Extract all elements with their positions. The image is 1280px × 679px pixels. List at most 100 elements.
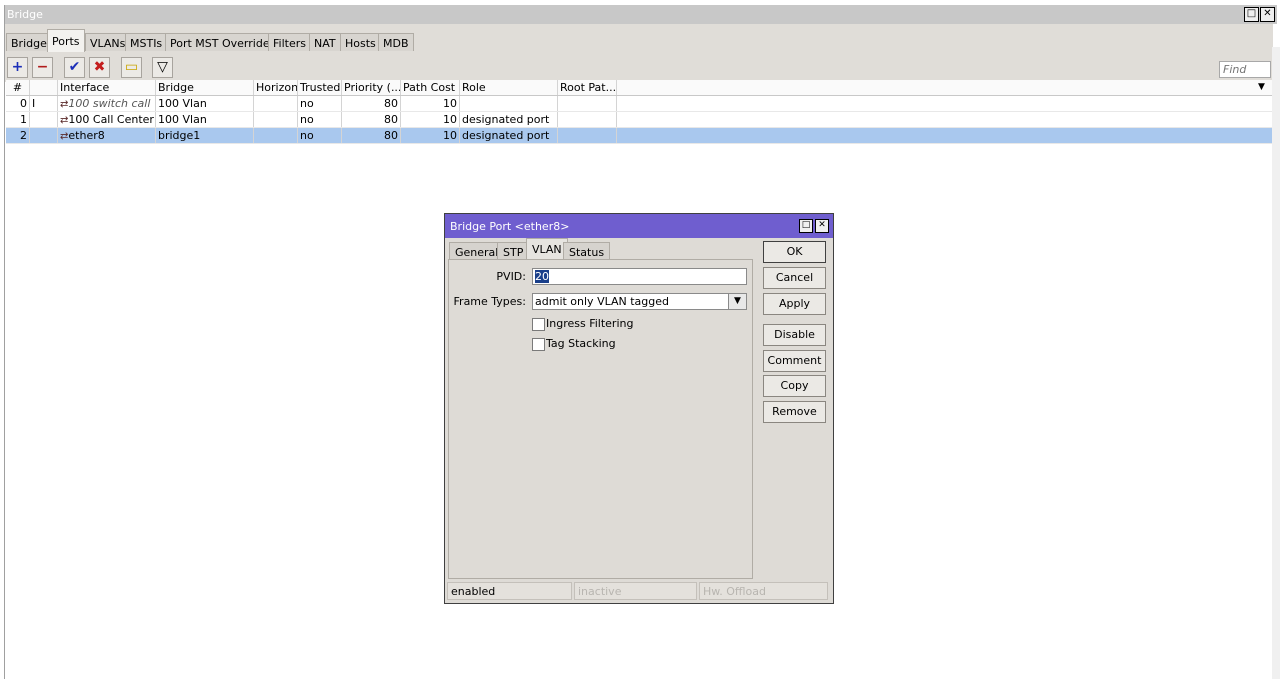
pvid-value: 20 xyxy=(535,270,549,283)
window-titlebar[interactable]: Bridge □ ✕ xyxy=(5,5,1277,24)
status-enabled: enabled xyxy=(447,582,572,600)
row-interface: ⇄100 Call Center xyxy=(58,112,156,127)
disable-button[interactable]: ✖ xyxy=(89,57,110,78)
status-inactive: inactive xyxy=(574,582,697,600)
dialog-maximize-icon[interactable]: □ xyxy=(799,219,813,233)
row-horizon xyxy=(254,128,298,143)
row-flag xyxy=(30,128,58,143)
row-horizon xyxy=(254,112,298,127)
tag-stacking-checkbox[interactable] xyxy=(532,338,545,351)
col-role[interactable]: Role xyxy=(460,80,558,95)
row-role: designated port xyxy=(460,128,558,143)
row-root-path xyxy=(558,96,617,111)
row-trusted: no xyxy=(298,96,342,111)
tag-stacking-label: Tag Stacking xyxy=(546,337,616,350)
window-title: Bridge xyxy=(7,8,43,21)
frame-types-select[interactable]: admit only VLAN tagged ▼ xyxy=(532,293,747,310)
col-root-path[interactable]: Root Pat... xyxy=(558,80,617,95)
row-priority: 80 xyxy=(342,128,401,143)
col-horizon[interactable]: Horizon xyxy=(254,80,298,95)
columns-dropdown-icon[interactable]: ▼ xyxy=(1258,82,1265,92)
table-row[interactable]: 0 I ⇄100 switch call 100 Vlan no 80 10 xyxy=(6,96,1273,112)
pvid-label: PVID: xyxy=(496,270,526,283)
row-path-cost: 10 xyxy=(401,96,460,111)
bridge-port-dialog: Bridge Port <ether8> □ ✕ General STP VLA… xyxy=(444,213,834,604)
col-path-cost[interactable]: Path Cost xyxy=(401,80,460,95)
row-priority: 80 xyxy=(342,96,401,111)
apply-button[interactable]: Apply xyxy=(763,293,826,315)
row-flag xyxy=(30,112,58,127)
row-root-path xyxy=(558,112,617,127)
ingress-filtering-checkbox[interactable] xyxy=(532,318,545,331)
tab-mdb[interactable]: MDB xyxy=(378,33,414,51)
table-header: # Interface Bridge Horizon Trusted Prior… xyxy=(6,80,1273,96)
row-interface: ⇄ether8 xyxy=(58,128,156,143)
comment-button[interactable]: ▭ xyxy=(121,57,142,78)
row-path-cost: 10 xyxy=(401,112,460,127)
dialog-titlebar[interactable]: Bridge Port <ether8> □ ✕ xyxy=(445,214,833,238)
row-interface-name: 100 Call Center xyxy=(68,113,154,126)
tab-port-mst-overrides[interactable]: Port MST Overrides xyxy=(165,33,281,51)
vertical-scrollbar[interactable] xyxy=(1272,47,1280,679)
disable-button[interactable]: Disable xyxy=(763,324,826,346)
row-trusted: no xyxy=(298,128,342,143)
tab-hosts[interactable]: Hosts xyxy=(340,33,381,51)
row-interface-name: 100 switch call xyxy=(68,97,151,110)
add-button[interactable]: + xyxy=(7,57,28,78)
find-input[interactable] xyxy=(1219,61,1271,78)
table-row-selected[interactable]: 2 ⇄ether8 bridge1 no 80 10 designated po… xyxy=(6,128,1273,144)
cancel-button[interactable]: Cancel xyxy=(763,267,826,289)
row-num: 0 xyxy=(6,96,30,111)
table-row[interactable]: 1 ⇄100 Call Center 100 Vlan no 80 10 des… xyxy=(6,112,1273,128)
row-bridge: 100 Vlan xyxy=(156,112,254,127)
row-horizon xyxy=(254,96,298,111)
tab-ports[interactable]: Ports xyxy=(47,29,85,52)
close-icon[interactable]: ✕ xyxy=(1260,7,1275,22)
dialog-close-icon[interactable]: ✕ xyxy=(815,219,829,233)
dialog-tab-status[interactable]: Status xyxy=(563,242,611,260)
maximize-icon[interactable]: □ xyxy=(1244,7,1259,22)
ports-table: # Interface Bridge Horizon Trusted Prior… xyxy=(6,80,1273,144)
row-interface-name: ether8 xyxy=(68,129,105,142)
dialog-tab-stp[interactable]: STP xyxy=(497,242,530,260)
row-flag: I xyxy=(30,96,58,111)
tab-filters[interactable]: Filters xyxy=(268,33,311,51)
row-priority: 80 xyxy=(342,112,401,127)
row-role xyxy=(460,96,558,111)
row-bridge: bridge1 xyxy=(156,128,254,143)
ingress-filtering-label: Ingress Filtering xyxy=(546,317,634,330)
frame-types-label: Frame Types: xyxy=(453,295,526,308)
col-bridge[interactable]: Bridge xyxy=(156,80,254,95)
tab-vlans[interactable]: VLANs xyxy=(85,33,131,51)
pvid-input[interactable]: 20 xyxy=(532,268,747,285)
remove-button[interactable]: Remove xyxy=(763,401,826,423)
comment-button[interactable]: Comment xyxy=(763,350,826,372)
toolbar: + − ✔ ✖ ▭ ▽ xyxy=(5,52,1273,82)
row-role: designated port xyxy=(460,112,558,127)
copy-button[interactable]: Copy xyxy=(763,375,826,397)
frame-types-value: admit only VLAN tagged xyxy=(535,295,669,308)
col-interface[interactable]: Interface xyxy=(58,80,156,95)
row-path-cost: 10 xyxy=(401,128,460,143)
vlan-panel: PVID: 20 Frame Types: admit only VLAN ta… xyxy=(448,259,753,579)
tab-nat[interactable]: NAT xyxy=(309,33,341,51)
col-flag[interactable] xyxy=(30,80,58,95)
row-trusted: no xyxy=(298,112,342,127)
row-num: 2 xyxy=(6,128,30,143)
tab-strip: Bridge Ports VLANs MSTIs Port MST Overri… xyxy=(5,24,1273,52)
tab-bridge[interactable]: Bridge xyxy=(6,33,52,51)
dropdown-arrow-icon[interactable]: ▼ xyxy=(728,294,746,309)
col-priority[interactable]: Priority (... xyxy=(342,80,401,95)
row-root-path xyxy=(558,128,617,143)
ok-button[interactable]: OK xyxy=(763,241,826,263)
col-trusted[interactable]: Trusted xyxy=(298,80,342,95)
remove-button[interactable]: − xyxy=(32,57,53,78)
filter-button[interactable]: ▽ xyxy=(152,57,173,78)
tab-mstis[interactable]: MSTIs xyxy=(125,33,168,51)
row-bridge: 100 Vlan xyxy=(156,96,254,111)
dialog-title: Bridge Port <ether8> xyxy=(450,220,570,233)
dialog-tab-vlan[interactable]: VLAN xyxy=(526,238,568,260)
enable-button[interactable]: ✔ xyxy=(64,57,85,78)
col-num[interactable]: # xyxy=(6,80,30,95)
status-hw-offload: Hw. Offload xyxy=(699,582,828,600)
